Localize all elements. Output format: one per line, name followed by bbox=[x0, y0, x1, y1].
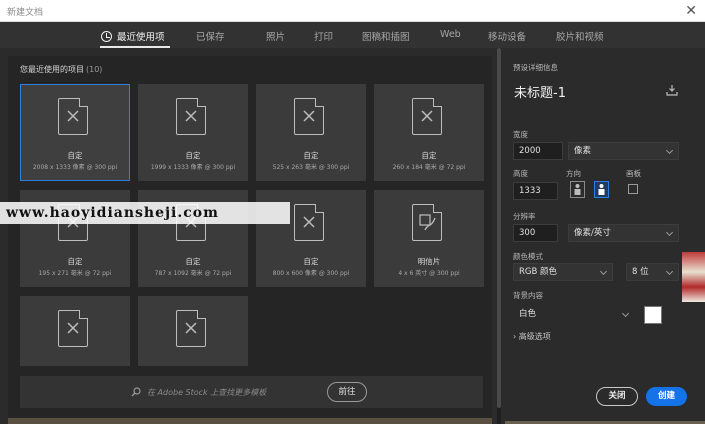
resolution-unit-select[interactable]: 像素/英寸 bbox=[568, 224, 679, 242]
tab-web[interactable]: Web bbox=[440, 29, 461, 40]
preset-size: 260 x 184 毫米 @ 72 ppi bbox=[392, 164, 466, 171]
preset-name: 自定 bbox=[67, 151, 83, 160]
preset-card[interactable]: 自定 1999 x 1333 像素 @ 300 ppi bbox=[138, 84, 248, 181]
background-label: 背景内容 bbox=[513, 291, 543, 300]
artboard-label: 画板 bbox=[626, 169, 641, 178]
preset-card[interactable] bbox=[138, 296, 248, 366]
chevron-down-icon bbox=[665, 146, 674, 155]
color-mode-value: RGB 颜色 bbox=[519, 267, 558, 277]
preset-card[interactable]: 明信片 4 x 6 英寸 @ 300 ppi bbox=[374, 190, 484, 287]
recent-heading: 您最近使用的项目 (10) bbox=[20, 64, 102, 75]
stock-search-bar: 在 Adobe Stock 上查找更多模板 前往 bbox=[20, 376, 483, 408]
search-icon bbox=[131, 387, 141, 397]
preset-name: 自定 bbox=[67, 257, 83, 266]
chevron-down-icon bbox=[621, 309, 630, 318]
tab-saved[interactable]: 已保存 bbox=[196, 29, 225, 43]
orientation-label: 方向 bbox=[566, 169, 581, 178]
recent-panel: 您最近使用的项目 (10) 自定 2008 x 1333 像素 @ 300 ppi… bbox=[8, 56, 492, 418]
postcard-icon bbox=[412, 204, 442, 241]
resolution-unit-value: 像素/英寸 bbox=[574, 228, 611, 238]
watermark: www.haoyidiansheji.com bbox=[0, 202, 290, 224]
preset-name: 自定 bbox=[185, 257, 201, 266]
window-close-button[interactable]: ✕ bbox=[685, 2, 697, 20]
clock-icon bbox=[101, 31, 112, 42]
scrollbar-thumb[interactable] bbox=[497, 48, 501, 408]
background-color-swatch[interactable] bbox=[644, 306, 662, 324]
preset-size: 1999 x 1333 像素 @ 300 ppi bbox=[150, 164, 236, 171]
preset-size: 787 x 1092 毫米 @ 72 ppi bbox=[154, 270, 232, 277]
tab-photo[interactable]: 照片 bbox=[266, 29, 285, 43]
background-select[interactable]: 白色 bbox=[513, 305, 635, 323]
document-name-field[interactable]: 未标题-1 bbox=[514, 82, 566, 101]
document-icon bbox=[176, 98, 206, 135]
preset-details-panel: 预设详细信息 未标题-1 宽度 2000 像素 高度 1333 方向 画板 分辨… bbox=[504, 48, 705, 424]
width-unit-select[interactable]: 像素 bbox=[568, 142, 679, 160]
preset-size: 4 x 6 英寸 @ 300 ppi bbox=[398, 270, 460, 277]
chevron-down-icon bbox=[665, 267, 674, 276]
bit-depth-select[interactable]: 8 位 bbox=[626, 263, 679, 281]
document-icon bbox=[58, 310, 88, 347]
preset-size: 2008 x 1333 像素 @ 300 ppi bbox=[32, 164, 118, 171]
go-button[interactable]: 前往 bbox=[327, 382, 367, 402]
document-icon bbox=[412, 98, 442, 135]
color-mode-select[interactable]: RGB 颜色 bbox=[513, 263, 613, 281]
preset-size: 195 x 271 毫米 @ 72 ppi bbox=[38, 270, 112, 277]
recent-count: (10) bbox=[86, 65, 103, 74]
tab-print[interactable]: 打印 bbox=[314, 29, 333, 43]
bit-depth-value: 8 位 bbox=[632, 267, 649, 277]
preset-size: 800 x 600 像素 @ 300 ppi bbox=[272, 270, 350, 277]
window-title: 新建文档 bbox=[7, 8, 44, 18]
document-icon bbox=[294, 204, 324, 241]
preset-card[interactable] bbox=[20, 296, 130, 366]
category-tabs: 最近使用项 已保存 照片 打印 图稿和插图 Web 移动设备 胶片和视频 bbox=[0, 22, 705, 48]
width-input[interactable]: 2000 bbox=[513, 142, 563, 160]
advanced-options-toggle[interactable]: › 高级选项 bbox=[513, 331, 551, 342]
portrait-orientation-button[interactable] bbox=[570, 181, 585, 198]
background-artwork bbox=[682, 252, 705, 302]
document-icon bbox=[294, 98, 324, 135]
color-mode-label: 颜色模式 bbox=[513, 252, 543, 261]
advanced-options-label: 高级选项 bbox=[518, 332, 551, 341]
width-label: 宽度 bbox=[513, 130, 528, 139]
create-button[interactable]: 创建 bbox=[646, 387, 687, 406]
resolution-input[interactable]: 300 bbox=[513, 224, 558, 242]
background-image-strip bbox=[8, 418, 492, 424]
recent-heading-text: 您最近使用的项目 bbox=[20, 65, 84, 74]
landscape-orientation-button[interactable] bbox=[594, 181, 609, 198]
width-unit-value: 像素 bbox=[574, 146, 592, 156]
preset-card[interactable]: 自定 260 x 184 毫米 @ 72 ppi bbox=[374, 84, 484, 181]
tab-mobile[interactable]: 移动设备 bbox=[488, 29, 526, 43]
artboard-checkbox[interactable] bbox=[628, 184, 638, 194]
resolution-label: 分辨率 bbox=[513, 212, 536, 221]
preset-name: 自定 bbox=[303, 257, 319, 266]
chevron-down-icon bbox=[665, 228, 674, 237]
preset-card[interactable]: 自定 525 x 263 毫米 @ 300 ppi bbox=[256, 84, 366, 181]
preset-card[interactable]: 自定 2008 x 1333 像素 @ 300 ppi bbox=[20, 84, 130, 181]
background-value: 白色 bbox=[519, 309, 537, 319]
height-label: 高度 bbox=[513, 169, 528, 178]
height-input[interactable]: 1333 bbox=[513, 182, 558, 200]
stock-search-input[interactable]: 在 Adobe Stock 上查找更多模板 bbox=[147, 387, 266, 398]
chevron-down-icon bbox=[599, 267, 608, 276]
document-icon bbox=[58, 98, 88, 135]
active-tab-indicator bbox=[100, 46, 170, 48]
preset-name: 自定 bbox=[303, 151, 319, 160]
document-icon bbox=[176, 310, 206, 347]
close-button[interactable]: 关闭 bbox=[596, 387, 638, 406]
tab-film-video[interactable]: 胶片和视频 bbox=[556, 29, 604, 43]
tab-art-illustration[interactable]: 图稿和插图 bbox=[362, 29, 410, 43]
tab-recent-label: 最近使用项 bbox=[117, 32, 165, 43]
preset-details-label: 预设详细信息 bbox=[513, 63, 558, 72]
preset-name: 明信片 bbox=[417, 257, 441, 266]
preset-name: 自定 bbox=[185, 151, 201, 160]
chevron-right-icon: › bbox=[513, 332, 517, 341]
tab-recent[interactable]: 最近使用项 bbox=[101, 29, 165, 43]
save-preset-icon[interactable] bbox=[666, 84, 678, 96]
preset-name: 自定 bbox=[421, 151, 437, 160]
preset-size: 525 x 263 毫米 @ 300 ppi bbox=[272, 164, 350, 171]
window-titlebar: 新建文档 ✕ bbox=[0, 0, 705, 22]
